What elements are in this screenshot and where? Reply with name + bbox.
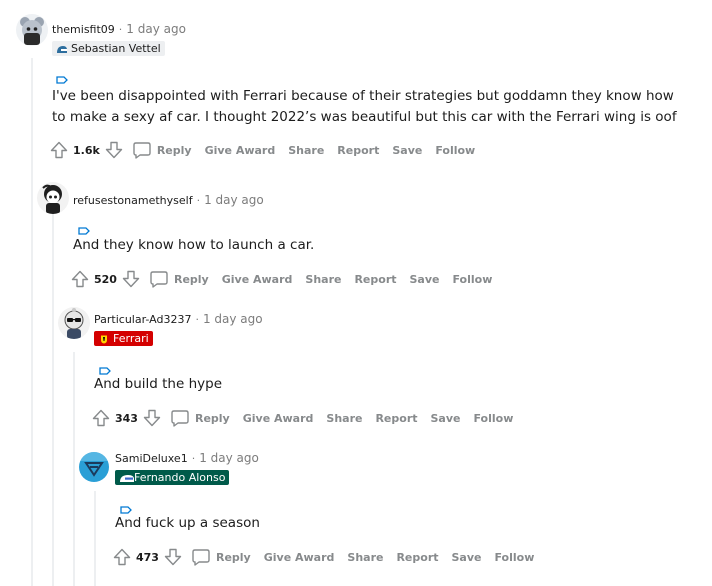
save-button[interactable]: Save [410, 273, 440, 286]
comment-line: And build the hype [94, 376, 223, 392]
vote-score: 520 [94, 272, 117, 286]
comment-body: And fuck up a season [115, 513, 260, 534]
share-button[interactable]: Share [305, 273, 341, 286]
comment-line: And fuck up a season [115, 515, 260, 531]
follow-button[interactable]: Follow [435, 144, 475, 157]
comment-meta: Particular-Ad3237 · 1 day ago [94, 311, 263, 327]
flair-tag-icon[interactable] [120, 499, 132, 514]
helmet-icon [56, 44, 68, 53]
reply-label: Reply [194, 411, 230, 425]
comment-body: And they know how to launch a car. [73, 235, 314, 256]
timestamp[interactable]: 1 day ago [126, 22, 186, 36]
give-award-button[interactable]: Give Award [205, 144, 276, 157]
downvote-icon[interactable] [104, 140, 124, 160]
avatar[interactable] [79, 452, 109, 482]
reply-label: Reply [173, 272, 209, 286]
reply-button[interactable]: Reply [132, 140, 192, 160]
share-button[interactable]: Share [288, 144, 324, 157]
flair-tag-icon[interactable] [99, 360, 111, 375]
follow-button[interactable]: Follow [494, 551, 534, 564]
give-award-button[interactable]: Give Award [243, 412, 314, 425]
flair-text: Fernando Alonso [134, 471, 226, 484]
comment-meta: themisfit09 · 1 day ago [52, 21, 186, 37]
upvote-icon[interactable] [70, 269, 90, 289]
avatar[interactable] [16, 14, 48, 46]
thread-line[interactable] [73, 352, 75, 586]
reply-label: Reply [215, 550, 251, 564]
username[interactable]: refusestonamethyself [73, 194, 193, 207]
thread-line[interactable] [94, 491, 96, 586]
comment-actions: 520 Reply Give Award Share Report Save F… [70, 268, 492, 290]
comment-actions: 1.6k Reply Give Award Share Report Save … [49, 139, 475, 161]
flair-text: Sebastian Vettel [71, 42, 161, 55]
comment-meta: SamiDeluxe1 · 1 day ago [115, 450, 259, 466]
separator: · [118, 22, 123, 36]
vote-score: 473 [136, 550, 159, 564]
reply-button[interactable]: Reply [191, 547, 251, 567]
downvote-icon[interactable] [121, 269, 141, 289]
timestamp[interactable]: 1 day ago [203, 312, 263, 326]
username[interactable]: SamiDeluxe1 [115, 452, 188, 465]
separator: · [195, 312, 199, 326]
vote-score: 1.6k [73, 143, 100, 157]
follow-button[interactable]: Follow [452, 273, 492, 286]
flair-text: Ferrari [113, 332, 149, 345]
downvote-icon[interactable] [163, 547, 183, 567]
report-button[interactable]: Report [375, 412, 417, 425]
username[interactable]: themisfit09 [52, 23, 115, 36]
comment-actions: 343 Reply Give Award Share Report Save F… [91, 407, 513, 429]
flair-tag-icon[interactable] [56, 69, 68, 84]
comment-actions: 473 Reply Give Award Share Report Save F… [112, 546, 534, 568]
upvote-icon[interactable] [91, 408, 111, 428]
report-button[interactable]: Report [354, 273, 396, 286]
comment-body: And build the hype [94, 374, 222, 395]
share-button[interactable]: Share [347, 551, 383, 564]
avatar[interactable] [37, 182, 69, 214]
avatar[interactable] [108, 580, 122, 586]
timestamp[interactable]: 1 day ago [199, 451, 259, 465]
username[interactable]: Particular-Ad3237 [94, 313, 191, 326]
comment-body: I've been disappointed with Ferrari beca… [52, 86, 677, 128]
follow-button[interactable]: Follow [473, 412, 513, 425]
comment-line: I've been disappointed with Ferrari beca… [52, 88, 674, 104]
share-button[interactable]: Share [326, 412, 362, 425]
separator: · [196, 193, 201, 207]
reply-button[interactable]: Reply [170, 408, 230, 428]
vote-score: 343 [115, 411, 138, 425]
separator: · [191, 451, 196, 465]
helmet-icon [119, 473, 134, 482]
user-flair: Sebastian Vettel [52, 41, 165, 56]
flair-tag-icon[interactable] [78, 220, 90, 235]
user-flair: Fernando Alonso [115, 470, 230, 485]
report-button[interactable]: Report [337, 144, 379, 157]
reply-bubble-icon [149, 269, 169, 289]
save-button[interactable]: Save [431, 412, 461, 425]
give-award-button[interactable]: Give Award [222, 273, 293, 286]
timestamp[interactable]: 1 day ago [204, 193, 264, 207]
reply-button[interactable]: Reply [149, 269, 209, 289]
save-button[interactable]: Save [452, 551, 482, 564]
upvote-icon[interactable] [112, 547, 132, 567]
reply-label: Reply [156, 143, 192, 157]
downvote-icon[interactable] [142, 408, 162, 428]
save-button[interactable]: Save [392, 144, 422, 157]
reply-bubble-icon [132, 140, 152, 160]
reply-bubble-icon [170, 408, 190, 428]
user-flair: Ferrari [94, 331, 153, 346]
thread-line[interactable] [31, 58, 33, 586]
report-button[interactable]: Report [396, 551, 438, 564]
reply-bubble-icon [191, 547, 211, 567]
thread-line[interactable] [52, 213, 54, 586]
comment-line: to make a sexy af car. I thought 2022’s … [52, 109, 677, 125]
avatar[interactable] [58, 307, 90, 339]
upvote-icon[interactable] [49, 140, 69, 160]
comment-line: And they know how to launch a car. [73, 237, 315, 253]
comment-meta: refusestonamethyself · 1 day ago [73, 192, 264, 208]
give-award-button[interactable]: Give Award [264, 551, 335, 564]
ferrari-shield-icon [98, 334, 110, 344]
